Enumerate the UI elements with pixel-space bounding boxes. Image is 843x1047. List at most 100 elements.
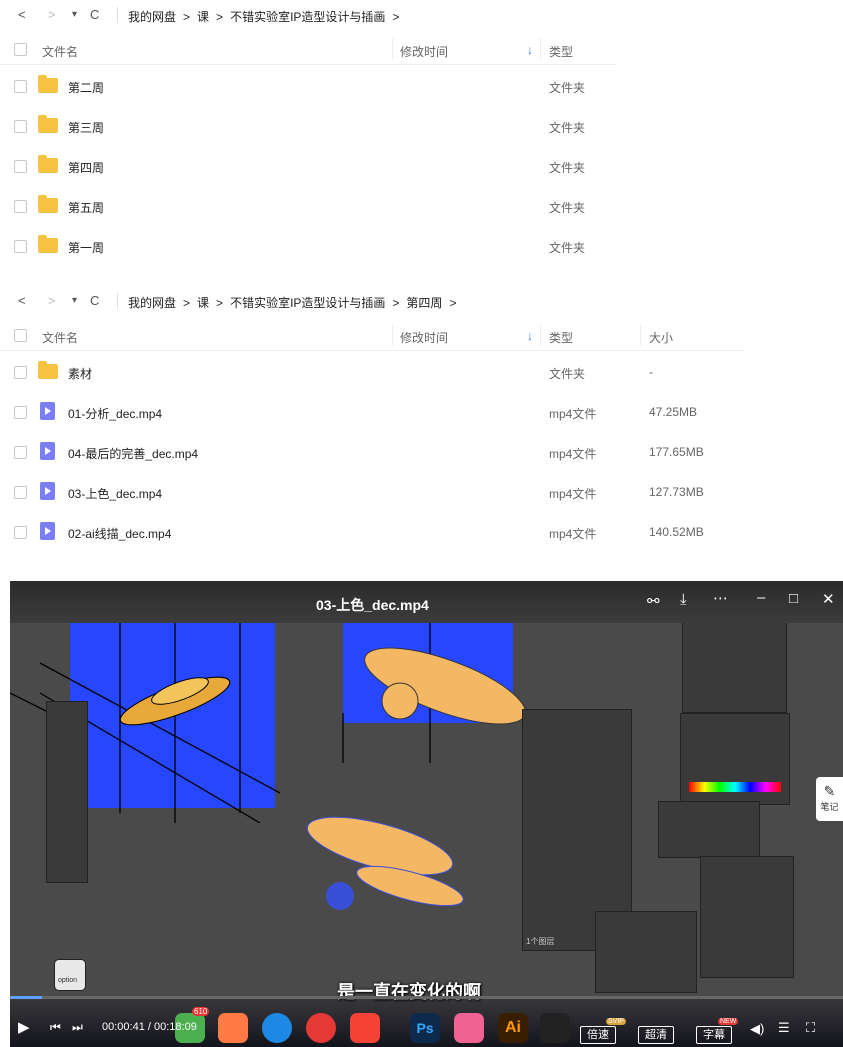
select-all-checkbox[interactable] [14, 43, 27, 56]
row-checkbox[interactable] [14, 120, 27, 133]
table-header: 文件名 修改时间 ↓ 类型 [0, 34, 617, 65]
play-icon[interactable]: ▶ [18, 1018, 30, 1036]
dock-music-icon [350, 1013, 380, 1043]
column-name[interactable]: 文件名 [42, 329, 78, 346]
close-icon[interactable]: ✕ [822, 590, 835, 608]
airplane-illustration-left [119, 676, 231, 726]
column-size[interactable]: 大小 [649, 329, 673, 346]
file-name[interactable]: 第三周 [68, 119, 104, 136]
file-size: 177.65MB [649, 445, 704, 459]
speed-button[interactable]: 倍速 [580, 1026, 616, 1044]
column-name[interactable]: 文件名 [42, 43, 78, 60]
file-name[interactable]: 03-上色_dec.mp4 [68, 485, 162, 502]
history-dropdown-icon[interactable]: ▾ [72, 295, 77, 306]
file-name[interactable]: 第一周 [68, 239, 104, 256]
table-row[interactable]: 第五周 文件夹 [0, 185, 620, 225]
video-player[interactable]: option 1个图层 03-上色_dec.mp4 ⚯ ⤓ ⋯ – □ ✕ ✎ … [10, 581, 843, 1047]
skip-forward-icon[interactable]: ⏭ [72, 1020, 83, 1035]
table-row[interactable]: 第二周 文件夹 [0, 65, 620, 105]
file-name[interactable]: 第二周 [68, 79, 104, 96]
dock-photoshop-icon: Ps [410, 1013, 440, 1043]
column-type[interactable]: 类型 [549, 329, 573, 346]
row-checkbox[interactable] [14, 446, 27, 459]
crumb-week[interactable]: 第四周 [406, 296, 442, 310]
column-divider [640, 324, 641, 346]
row-checkbox[interactable] [14, 200, 27, 213]
back-icon[interactable]: < [18, 293, 26, 308]
option-label: option [58, 977, 78, 984]
file-name[interactable]: 01-分析_dec.mp4 [68, 405, 162, 422]
table-row[interactable]: 第四周 文件夹 [0, 145, 620, 185]
row-checkbox[interactable] [14, 486, 27, 499]
airplane-illustration-right [364, 647, 526, 725]
row-checkbox[interactable] [14, 240, 27, 253]
file-name[interactable]: 素材 [68, 365, 92, 382]
minimize-icon[interactable]: – [757, 589, 765, 606]
table-row[interactable]: 02-ai线描_dec.mp4 mp4文件 140.52MB [0, 511, 745, 551]
sort-desc-icon[interactable]: ↓ [527, 43, 533, 57]
back-icon[interactable]: < [18, 7, 26, 22]
quality-button[interactable]: 超清 [638, 1026, 674, 1044]
forward-icon[interactable]: > [48, 7, 56, 22]
file-name[interactable]: 第四周 [68, 159, 104, 176]
option-key-overlay: option [54, 959, 86, 991]
playlist-icon[interactable]: ☰ [778, 1020, 790, 1036]
crumb-root[interactable]: 我的网盘 [128, 296, 176, 310]
notes-icon: ✎ [823, 783, 836, 799]
row-checkbox[interactable] [14, 406, 27, 419]
column-modified[interactable]: 修改时间 [400, 329, 448, 346]
column-divider [392, 38, 393, 60]
airplane-illustration-bottom [306, 816, 464, 910]
table-row[interactable]: 第一周 文件夹 [0, 225, 620, 265]
column-divider [540, 324, 541, 346]
volume-icon[interactable]: ◀) [750, 1021, 764, 1037]
crumb-root[interactable]: 我的网盘 [128, 10, 176, 24]
maximize-icon[interactable]: □ [789, 590, 798, 607]
row-checkbox[interactable] [14, 160, 27, 173]
file-browser-week4: < > ▾ C 我的网盘 > 课 > 不错实验室IP造型设计与插画 > 第四周 > 文件名 修… [0, 286, 843, 556]
file-name[interactable]: 04-最后的完善_dec.mp4 [68, 445, 198, 462]
forward-icon[interactable]: > [48, 293, 56, 308]
table-row[interactable]: 01-分析_dec.mp4 mp4文件 47.25MB [0, 391, 745, 431]
new-badge: NEW [718, 1018, 739, 1025]
file-type: mp4文件 [549, 407, 597, 421]
table-row[interactable]: 素材 文件夹 - [0, 351, 745, 391]
row-checkbox[interactable] [14, 80, 27, 93]
select-all-checkbox[interactable] [14, 329, 27, 342]
nav-bar: < > ▾ C 我的网盘 > 课 > 不错实验室IP造型设计与插画 > 第四周 > [0, 286, 620, 316]
folder-icon [38, 155, 58, 173]
crumb-folder[interactable]: 不错实验室IP造型设计与插画 [230, 10, 385, 24]
crumb-course[interactable]: 课 [197, 10, 209, 24]
file-name[interactable]: 02-ai线描_dec.mp4 [68, 525, 171, 542]
crumb-course[interactable]: 课 [197, 296, 209, 310]
column-type[interactable]: 类型 [549, 43, 573, 60]
table-row[interactable]: 第三周 文件夹 [0, 105, 620, 145]
history-dropdown-icon[interactable]: ▾ [72, 9, 77, 20]
refresh-icon[interactable]: C [90, 7, 99, 22]
fullscreen-icon[interactable]: ⛶ [806, 1020, 815, 1036]
share-icon[interactable]: ⚯ [647, 592, 660, 610]
skip-back-icon[interactable]: ⏮ [50, 1020, 61, 1035]
notes-tab[interactable]: ✎ 笔记 [816, 777, 843, 821]
tools-panel [46, 701, 88, 883]
folder-icon [38, 195, 58, 213]
subtitle-button[interactable]: 字幕 [696, 1026, 732, 1044]
sort-desc-icon[interactable]: ↓ [527, 329, 533, 343]
download-icon[interactable]: ⤓ [680, 591, 687, 608]
time-display: 00:00:41 / 00:18:09 [102, 1021, 197, 1033]
table-header: 文件名 修改时间 ↓ 类型 大小 [0, 320, 745, 351]
folder-icon [38, 75, 58, 93]
table-row[interactable]: 03-上色_dec.mp4 mp4文件 127.73MB [0, 471, 745, 511]
table-row[interactable]: 04-最后的完善_dec.mp4 mp4文件 177.65MB [0, 431, 745, 471]
file-name[interactable]: 第五周 [68, 199, 104, 216]
more-icon[interactable]: ⋯ [713, 589, 728, 607]
row-checkbox[interactable] [14, 366, 27, 379]
folder-icon [38, 361, 58, 379]
row-checkbox[interactable] [14, 526, 27, 539]
video-file-icon [40, 442, 55, 460]
column-modified[interactable]: 修改时间 [400, 43, 448, 60]
progress-bar[interactable] [10, 996, 843, 999]
breadcrumb: 我的网盘 > 课 > 不错实验室IP造型设计与插画 > [128, 8, 406, 25]
refresh-icon[interactable]: C [90, 293, 99, 308]
crumb-folder[interactable]: 不错实验室IP造型设计与插画 [230, 296, 385, 310]
